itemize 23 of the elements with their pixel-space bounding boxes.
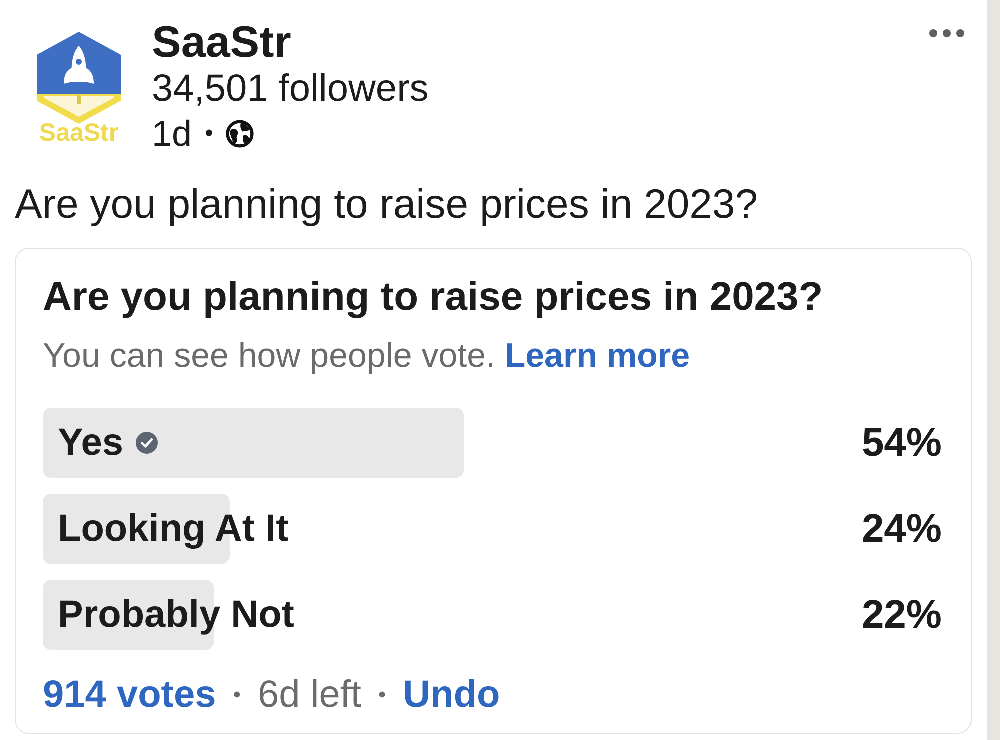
post-text: Are you planning to raise prices in 2023? <box>14 180 760 228</box>
logo-text: SaaStr <box>39 120 119 146</box>
poll-option[interactable]: Looking At It <box>43 494 822 564</box>
learn-more-link[interactable]: Learn more <box>504 337 690 375</box>
author-name[interactable]: SaaStr <box>152 20 429 66</box>
time-left: 6d left <box>258 673 362 718</box>
vote-percentage: 54% <box>860 420 942 467</box>
footer-link[interactable]: Undo <box>403 671 500 719</box>
separator-dot: • <box>233 681 241 709</box>
separator-dot: • <box>205 119 214 149</box>
separator-dot: • <box>378 681 386 709</box>
poll-option[interactable]: Probably Not <box>43 580 822 650</box>
follower-count: 34,501 followers <box>152 67 429 112</box>
globe-icon <box>226 120 254 148</box>
footer-link[interactable]: 914 votes <box>43 671 216 719</box>
more-icon[interactable] <box>929 29 965 38</box>
vote-percentage: 22% <box>860 592 942 639</box>
vote-percentage: 24% <box>860 506 942 553</box>
post-time: 1d <box>152 112 192 156</box>
visibility-notice: You can see how people vote. Learn more <box>43 336 692 377</box>
rocket-logo-icon <box>37 32 121 124</box>
poll-question: Are you planning to raise prices in 2023? <box>43 274 824 321</box>
poll-option[interactable]: Yes <box>43 408 822 478</box>
